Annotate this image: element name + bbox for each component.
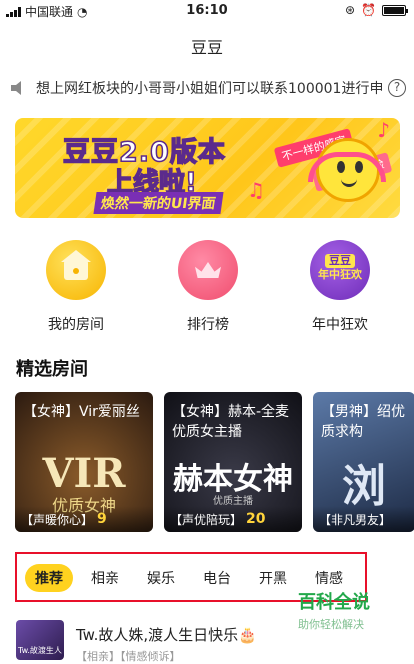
badge-text: 豆豆 年中狂欢 [316,254,364,282]
room-caption: 【男神】绍优质求构 [321,404,405,440]
promo-banner[interactable]: 豆豆2.0版本 上线啦! 焕然一新的UI界面 不一样的感官 不一样的体验 ♪ ♫ [15,118,400,218]
help-icon[interactable]: ? [388,79,406,97]
badge-line-2: 年中狂欢 [318,268,362,281]
quick-midyear[interactable]: 豆豆 年中狂欢 年中狂欢 [290,240,390,334]
banner-tagline: 焕然一新的UI界面 [93,192,224,214]
room-card[interactable]: 【女神】Vir爱丽丝 VIR 优质女神 【声暖你心】 9 [15,392,153,532]
room-caption: 【女神】Vir爱丽丝 [23,404,140,420]
tab-gaming[interactable]: 开黑 [249,564,297,592]
featured-rooms: 【女神】Vir爱丽丝 VIR 优质女神 【声暖你心】 9 【女神】赫本-全麦优质… [15,392,414,532]
section-title: 精选房间 [16,359,88,380]
home-icon [46,240,106,300]
room-count: 20 [246,511,266,527]
tab-entertainment[interactable]: 娱乐 [137,564,185,592]
battery-icon [382,4,408,16]
badge-line-1: 豆豆 [325,254,355,268]
room-tag: 【声暖你心】 [21,512,94,527]
room-footer: 【声优陪玩】 20 [164,506,302,532]
house-shape [61,250,91,280]
status-bar: 中国联通 ◔ 16:10 ⊛ ⏰ [0,0,414,20]
doudou-badge-icon: 豆豆 年中狂欢 [310,240,370,300]
orientation-lock-icon: ⊛ [344,3,356,17]
room-art-sub: 优质主播 [213,496,253,507]
quick-ranking[interactable]: 排行榜 [158,240,258,334]
room-art: 浏 [342,461,386,512]
speaker-icon [11,81,21,95]
room-tag: 【非凡男友】 [319,512,392,527]
room-tag: 【声优陪玩】 [170,512,243,527]
music-note-icon: ♫ [247,178,265,202]
tab-radio[interactable]: 电台 [193,564,241,592]
quick-actions: 我的房间 排行榜 豆豆 年中狂欢 年中狂欢 [0,240,414,336]
quick-label: 我的房间 [48,317,104,333]
music-note-icon: ♪ [377,118,390,142]
room-caption: 【女神】赫本-全麦优质女主播 [172,404,290,440]
page-title: 豆豆 [190,38,223,57]
list-item[interactable]: Tw.故渡生人 Tw.故人姝,渡人生日快乐🎂 【相亲】【情感倾诉】 [16,618,414,663]
watermark-title: 百科全说 [298,592,370,613]
room-name: Tw.故人姝,渡人生日快乐🎂 [76,626,257,644]
room-count: 9 [97,511,107,527]
tab-recommend[interactable]: 推荐 [25,564,73,592]
room-card[interactable]: 【男神】绍优质求构 浏 【非凡男友】 [313,392,414,532]
room-art: VIR [42,450,126,497]
notice-bar[interactable]: 想上网红板块的小哥哥小姐姐们可以联系100001进行申请 ? [10,78,406,98]
room-meta: 【相亲】【情感倾诉】 [76,650,181,663]
tab-dating[interactable]: 相亲 [81,564,129,592]
quick-label: 年中狂欢 [312,317,368,333]
crown-icon [178,240,238,300]
notice-text: 想上网红板块的小哥哥小姐姐们可以联系100001进行申请 [36,81,384,97]
status-right: ⊛ ⏰ [344,3,408,17]
crown-shape [195,262,221,278]
room-footer: 【声暖你心】 9 [15,506,153,532]
room-thumbnail: Tw.故渡生人 [16,620,64,660]
room-card[interactable]: 【女神】赫本-全麦优质女主播 赫本女神 优质主播 【声优陪玩】 20 [164,392,302,532]
room-footer: 【非凡男友】 [313,506,414,532]
thumb-text: Tw.故渡生人 [18,646,62,655]
quick-label: 排行榜 [187,317,229,333]
quick-my-room[interactable]: 我的房间 [26,240,126,334]
alarm-icon: ⏰ [361,3,376,17]
